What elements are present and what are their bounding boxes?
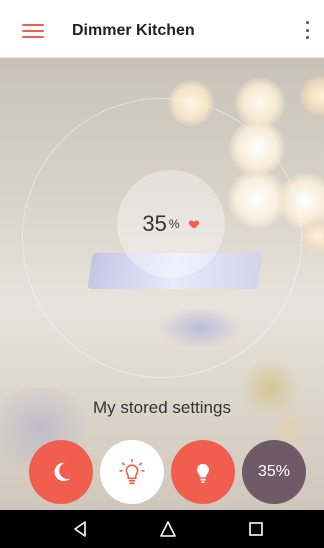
preset-bulb-outline-button[interactable] [100,440,164,504]
preset-percent-label: 35% [257,463,291,480]
hamburger-menu-icon[interactable] [22,24,44,38]
stored-settings-label: My stored settings [93,398,231,417]
room-background-image: 35% My stored settings 35% [0,58,324,510]
heart-icon[interactable] [188,218,200,230]
moon-icon [54,462,71,482]
back-triangle-icon[interactable] [71,519,91,539]
lightbulb-filled-icon [197,463,209,483]
preset-night-button[interactable] [29,440,93,504]
page-title: Dimmer Kitchen [72,22,195,39]
system-nav-bar [0,510,324,548]
lightbulb-outline-icon [119,458,145,485]
dimmer-level-display[interactable]: 35% [117,170,225,278]
more-vert-icon[interactable] [304,21,310,39]
home-icon[interactable] [158,519,178,539]
app-bar: Dimmer Kitchen [0,0,324,58]
preset-35-percent-button[interactable]: 35% [242,440,306,504]
preset-bulb-filled-button[interactable] [171,440,235,504]
dimmer-level-value: 35 [142,211,167,236]
recents-square-icon[interactable] [246,519,266,539]
dimmer-level-unit: % [168,217,180,231]
